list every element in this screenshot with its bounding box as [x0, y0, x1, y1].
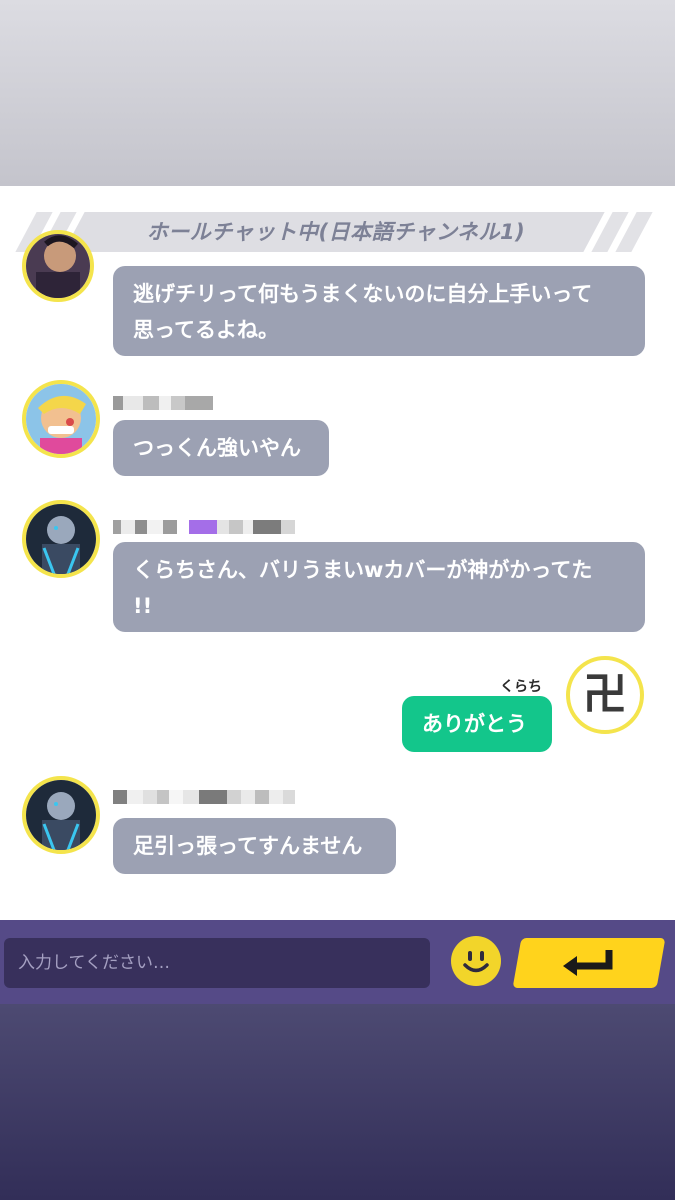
message-text: 足引っ張ってすんません: [133, 834, 363, 858]
message-text: 逃げチリって何もうまくないのに自分上手いって: [133, 282, 593, 306]
top-backdrop: [0, 0, 675, 186]
avatar[interactable]: [22, 380, 100, 458]
message-text: つっくん強いやん: [133, 436, 301, 460]
message-text: ありがとう: [422, 712, 527, 736]
avatar[interactable]: [22, 776, 100, 854]
chat-panel[interactable]: ホールチャット中(日本語チャンネル1) 逃げチリって何もうまくないのに自分上手い…: [0, 186, 675, 920]
message-text: くらちさん、バリうまいwカバーが神がかってた: [133, 558, 593, 582]
chat-input[interactable]: 入力してください…: [4, 938, 430, 988]
sender-name: くらち: [500, 679, 542, 695]
avatar-glyph: 卍: [583, 669, 627, 720]
sender-name-redacted: [113, 790, 295, 804]
sender-name-redacted: [113, 520, 295, 534]
message-text: 思ってるよね。: [133, 318, 279, 342]
message-text: !!: [133, 594, 153, 618]
chat-input-bar: 入力してください…: [0, 920, 675, 1004]
smiley-icon: [452, 937, 500, 985]
avatar[interactable]: [22, 500, 100, 578]
emoji-button[interactable]: [451, 936, 501, 986]
input-placeholder: 入力してください…: [18, 953, 170, 973]
enter-arrow-icon: [563, 950, 613, 976]
message-bubble: くらちさん、バリうまいwカバーが神がかってた !!: [113, 542, 645, 632]
avatar[interactable]: [22, 230, 94, 302]
message-bubble: 逃げチリって何もうまくないのに自分上手いって 思ってるよね。: [113, 266, 645, 356]
channel-banner: ホールチャット中(日本語チャンネル1): [15, 212, 653, 252]
send-button[interactable]: [512, 938, 666, 988]
channel-title: ホールチャット中(日本語チャンネル1): [146, 220, 526, 244]
bottom-backdrop: [0, 1004, 675, 1200]
my-message-bubble: ありがとう: [402, 696, 552, 752]
message-bubble: 足引っ張ってすんません: [113, 818, 396, 874]
message-bubble: つっくん強いやん: [113, 420, 329, 476]
sender-name-redacted: [113, 396, 213, 410]
avatar[interactable]: 卍: [566, 656, 644, 734]
